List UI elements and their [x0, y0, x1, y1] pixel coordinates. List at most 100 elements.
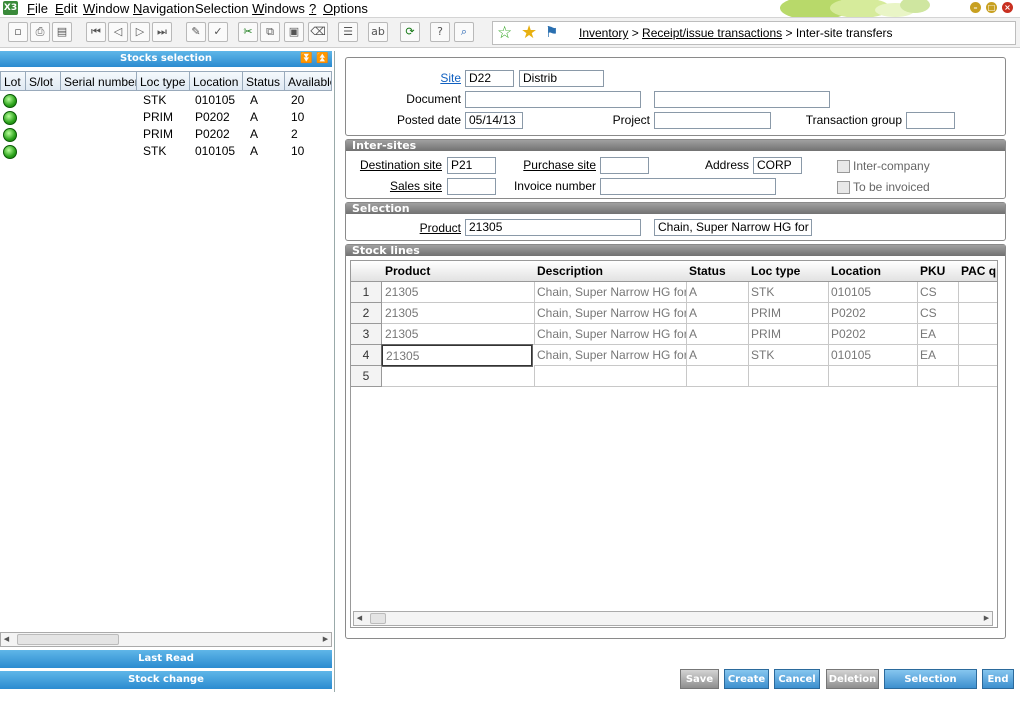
stock-row-4-status[interactable]: A — [250, 143, 258, 160]
create-button[interactable]: Create — [724, 669, 769, 689]
grid-col-pku[interactable]: PKU — [917, 261, 959, 282]
invoice-number-field[interactable] — [600, 178, 776, 195]
product-field[interactable]: 21305 — [465, 219, 641, 236]
stock-row-2-status[interactable]: A — [250, 109, 258, 126]
grid-col-description[interactable]: Description — [534, 261, 687, 282]
attachment-icon[interactable]: ✎ — [186, 22, 206, 42]
grid-cell-description[interactable] — [534, 366, 687, 387]
selection-criteria-button[interactable]: Selection criteria — [884, 669, 977, 705]
grid-cell-description[interactable]: Chain, Super Narrow HG for 10 — [534, 282, 687, 303]
grid-row-number[interactable]: 1 — [351, 282, 382, 303]
lot-status-icon[interactable] — [3, 94, 17, 108]
scroll-thumb[interactable] — [370, 613, 386, 624]
grid-cell-pku[interactable] — [917, 366, 959, 387]
site-field[interactable]: D22 — [465, 70, 514, 87]
grid-cell-location[interactable]: 010105 — [828, 345, 918, 366]
stock-change-bar[interactable]: Stock change — [0, 671, 332, 689]
breadcrumb-inventory[interactable]: Inventory — [579, 26, 628, 40]
grid-row-number[interactable]: 2 — [351, 303, 382, 324]
grid-cell-pac-qty[interactable] — [958, 282, 997, 303]
end-button[interactable]: End — [982, 669, 1014, 689]
stock-row-2-loc-type[interactable]: PRIM — [143, 109, 173, 126]
project-field[interactable] — [654, 112, 771, 129]
favorites-icon[interactable]: ★ — [521, 22, 537, 43]
deletion-button[interactable]: Deletion — [826, 669, 879, 689]
stock-row-3-loc-type[interactable]: PRIM — [143, 126, 173, 143]
cancel-button[interactable]: Cancel — [774, 669, 820, 689]
col-status[interactable]: Status — [242, 71, 285, 91]
sales-site-field[interactable] — [447, 178, 496, 195]
grid-cell-location[interactable]: P0202 — [828, 303, 918, 324]
grid-col-loc-type[interactable]: Loc type — [748, 261, 829, 282]
grid-cell-product[interactable] — [382, 366, 535, 387]
grid-cell-pku[interactable]: EA — [917, 345, 959, 366]
posted-date-field[interactable]: 05/14/13 — [465, 112, 523, 129]
grid-cell-description[interactable]: Chain, Super Narrow HG for 10 — [534, 345, 687, 366]
col-slot[interactable]: S/lot — [25, 71, 61, 91]
grid-cell-pku[interactable]: CS — [917, 303, 959, 324]
grid-cell-product-focused[interactable]: 21305 — [382, 345, 532, 366]
grid-cell-loc-type[interactable]: PRIM — [748, 324, 829, 345]
clear-icon[interactable]: ⌫ — [308, 22, 328, 42]
menu-window[interactable]: Window — [83, 1, 129, 16]
grid-cell-product[interactable]: 21305 — [382, 303, 535, 324]
site-label[interactable]: Site — [434, 71, 461, 85]
close-icon[interactable]: × — [1002, 2, 1013, 13]
purchase-site-label[interactable]: Purchase site — [522, 158, 596, 172]
destination-site-label[interactable]: Destination site — [356, 158, 442, 172]
lot-status-icon[interactable] — [3, 145, 17, 159]
last-record-icon[interactable]: ⏭ — [152, 22, 172, 42]
to-be-invoiced-checkbox[interactable] — [837, 181, 850, 194]
breadcrumb-receipt-issue[interactable]: Receipt/issue transactions — [642, 26, 782, 40]
stock-row-3-location[interactable]: P0202 — [195, 126, 230, 143]
grid-col-pac-qty[interactable]: PAC q — [958, 261, 997, 282]
grid-cell-description[interactable]: Chain, Super Narrow HG for 10 — [534, 303, 687, 324]
stock-row-4-available[interactable]: 10 — [291, 143, 304, 160]
grid-cell-pku[interactable]: CS — [917, 282, 959, 303]
lot-status-icon[interactable] — [3, 128, 17, 142]
help-icon[interactable]: ? — [430, 22, 450, 42]
menu-file[interactable]: File — [27, 1, 48, 16]
col-lot[interactable]: Lot — [0, 71, 26, 91]
grid-cell-loc-type[interactable] — [748, 366, 829, 387]
grid-cell-pac-qty[interactable] — [958, 324, 997, 345]
previous-record-icon[interactable]: ◁ — [108, 22, 128, 42]
grid-col-product[interactable]: Product — [382, 261, 535, 282]
stock-row-4-location[interactable]: 010105 — [195, 143, 235, 160]
grid-cell-pku[interactable]: EA — [917, 324, 959, 345]
list-icon[interactable]: ☰ — [338, 22, 358, 42]
grid-cell-product[interactable]: 21305 — [382, 282, 535, 303]
minimize-icon[interactable]: – — [970, 2, 981, 13]
menu-selection-windows[interactable]: Selection Windows — [195, 1, 305, 16]
scroll-left-icon[interactable]: ◀ — [1, 633, 12, 646]
scroll-left-icon[interactable]: ◀ — [354, 612, 365, 625]
grid-horizontal-scrollbar[interactable]: ◀ ▶ — [353, 611, 993, 626]
col-location[interactable]: Location — [189, 71, 243, 91]
search-icon[interactable]: ⌕ — [454, 22, 474, 42]
grid-cell-status[interactable]: A — [686, 324, 749, 345]
col-serial-number[interactable]: Serial number — [60, 71, 137, 91]
comment-icon[interactable]: ✓ — [208, 22, 228, 42]
stock-row-4-loc-type[interactable]: STK — [143, 143, 166, 160]
stock-row-3-available[interactable]: 2 — [291, 126, 298, 143]
sales-site-label[interactable]: Sales site — [376, 179, 442, 193]
stock-row-3-status[interactable]: A — [250, 126, 258, 143]
grid-cell-pac-qty[interactable] — [958, 366, 997, 387]
favorite-add-icon[interactable]: ☆ — [497, 23, 512, 43]
grid-cell-pac-qty[interactable] — [958, 345, 997, 366]
product-label[interactable]: Product — [406, 221, 461, 235]
scroll-right-icon[interactable]: ▶ — [981, 612, 992, 625]
grid-cell-status[interactable]: A — [686, 345, 749, 366]
grid-cell-product[interactable]: 21305 — [382, 324, 535, 345]
last-read-bar[interactable]: Last Read — [0, 650, 332, 668]
document-field[interactable] — [465, 91, 641, 108]
stock-row-1-available[interactable]: 20 — [291, 92, 304, 109]
print-icon[interactable]: ⎙ — [30, 22, 50, 42]
new-document-icon[interactable]: ▫ — [8, 22, 28, 42]
inter-company-checkbox[interactable] — [837, 160, 850, 173]
grid-cell-status[interactable]: A — [686, 282, 749, 303]
grid-row-number[interactable]: 4 — [351, 345, 382, 366]
grid-cell-loc-type[interactable]: PRIM — [748, 303, 829, 324]
grid-cell-loc-type[interactable]: STK — [748, 345, 829, 366]
preview-icon[interactable]: ▤ — [52, 22, 72, 42]
